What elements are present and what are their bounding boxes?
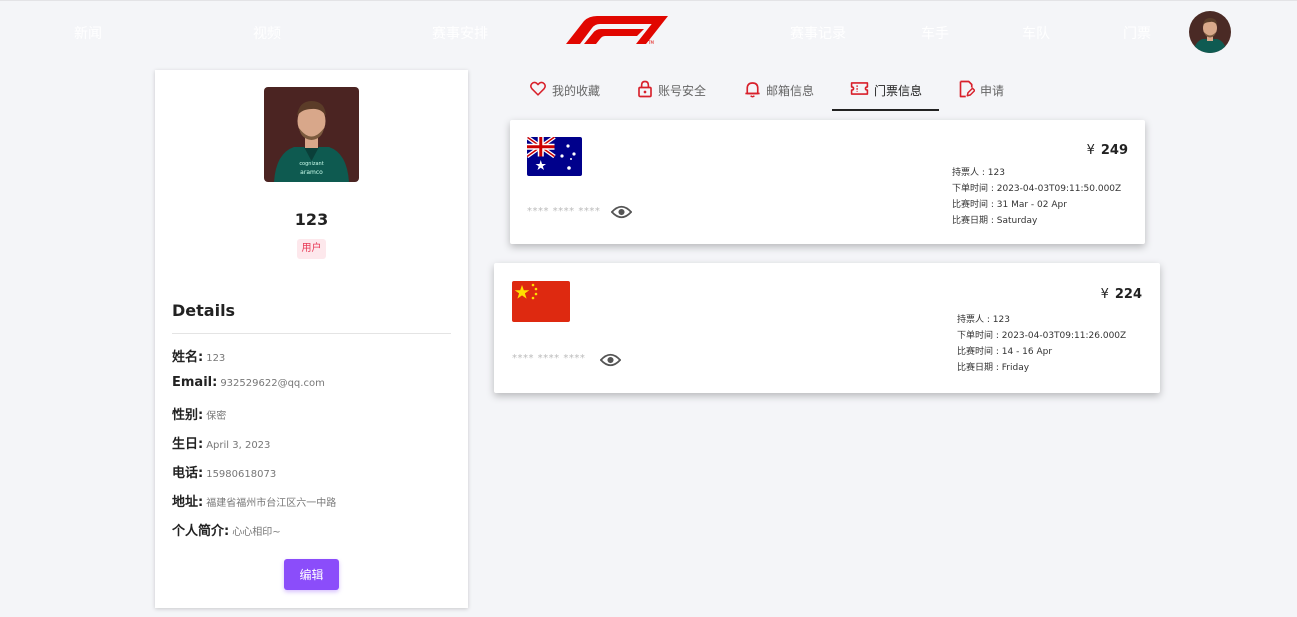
eye-icon[interactable] xyxy=(611,204,632,220)
user-avatar[interactable] xyxy=(1189,11,1231,53)
nav-news[interactable]: 新闻 xyxy=(74,23,102,43)
nav-teams[interactable]: 车队 xyxy=(1022,23,1050,43)
f1-logo[interactable]: TM xyxy=(562,15,668,45)
detail-name: 姓名: 123 xyxy=(172,350,226,365)
detail-birthday: 生日: April 3, 2023 xyxy=(172,437,271,452)
ticket-holder: 持票人 : 123 xyxy=(952,168,1005,178)
eye-icon[interactable] xyxy=(600,352,621,368)
detail-gender: 性别: 保密 xyxy=(172,408,227,423)
ticket-race-time: 比赛时间 : 14 - 16 Apr xyxy=(957,347,1053,357)
divider xyxy=(172,333,451,334)
china-flag xyxy=(512,281,570,322)
profile-name: 123 xyxy=(294,210,329,229)
edit-button[interactable]: 编辑 xyxy=(284,559,339,590)
ticket-race-time: 比赛时间 : 31 Mar - 02 Apr xyxy=(952,200,1067,210)
ticket-price: ¥224 xyxy=(1100,287,1142,302)
bell-icon xyxy=(745,82,760,98)
tab-account-security[interactable]: 账号安全 xyxy=(637,80,706,111)
top-navigation: 新闻 视频 赛事安排 TM 赛事记录 车手 车队 门票 xyxy=(0,0,1297,62)
australia-flag xyxy=(527,137,582,176)
profile-photo: cognizant aramco xyxy=(264,87,359,182)
nav-drivers[interactable]: 车手 xyxy=(921,23,949,43)
nav-videos[interactable]: 视频 xyxy=(253,23,281,43)
detail-email: Email: 932529622@qq.com xyxy=(172,375,325,390)
nav-tickets[interactable]: 门票 xyxy=(1123,23,1151,43)
role-badge: 用户 xyxy=(297,239,326,259)
ticket-race-day: 比赛日期 : Friday xyxy=(957,363,1030,373)
active-tab-indicator xyxy=(832,109,939,111)
svg-text:TM: TM xyxy=(647,40,654,45)
heart-icon xyxy=(530,81,546,96)
ticket-order-time: 下单时间 : 2023-04-03T09:11:50.000Z xyxy=(952,184,1122,194)
ticket-order-time: 下单时间 : 2023-04-03T09:11:26.000Z xyxy=(957,331,1127,341)
ticket-details: 持票人 : 123 下单时间 : 2023-04-03T09:11:26.000… xyxy=(957,312,1126,376)
details-heading: Details xyxy=(172,301,236,320)
tab-ticket-info[interactable]: 门票信息 xyxy=(850,80,922,111)
detail-phone: 电话: 15980618073 xyxy=(172,466,277,481)
tab-email-info[interactable]: 邮箱信息 xyxy=(744,80,814,111)
ticket-icon xyxy=(850,82,869,95)
svg-text:cognizant: cognizant xyxy=(299,161,323,167)
profile-card: cognizant aramco 123 用户 Details 姓名: 123 E… xyxy=(155,70,468,608)
lock-icon xyxy=(638,80,652,98)
masked-ticket-number: **** **** **** xyxy=(527,206,601,217)
masked-ticket-number: **** **** **** xyxy=(512,353,586,364)
ticket-details: 持票人 : 123 下单时间 : 2023-04-03T09:11:50.000… xyxy=(952,165,1121,229)
ticket-holder: 持票人 : 123 xyxy=(957,315,1010,325)
nav-schedule[interactable]: 赛事安排 xyxy=(432,23,488,43)
nav-records[interactable]: 赛事记录 xyxy=(790,23,846,43)
ticket-card[interactable]: **** **** **** ¥224 持票人 : 123 下单时间 : 202… xyxy=(494,263,1160,393)
tab-apply[interactable]: 申请 xyxy=(958,80,1004,111)
tab-favorites[interactable]: 我的收藏 xyxy=(529,80,600,111)
ticket-price: ¥249 xyxy=(1086,143,1128,158)
detail-bio: 个人简介: 心心相印~ xyxy=(172,524,281,539)
detail-address: 地址: 福建省福州市台江区六一中路 xyxy=(172,495,337,510)
ticket-race-day: 比赛日期 : Saturday xyxy=(952,216,1038,226)
svg-text:aramco: aramco xyxy=(300,169,323,176)
edit-document-icon xyxy=(959,80,975,98)
ticket-card[interactable]: **** **** **** ¥249 持票人 : 123 下单时间 : 202… xyxy=(510,120,1145,244)
